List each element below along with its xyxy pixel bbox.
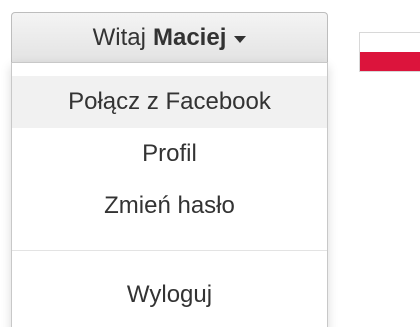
menu-item-change-password[interactable]: Zmień hasło (12, 180, 327, 232)
menu-item-logout[interactable]: Wyloguj (12, 269, 327, 321)
greeting-text: Witaj (92, 23, 146, 51)
username-text: Maciej (152, 23, 227, 51)
page: Witaj Maciej Połącz z Facebook Profil Zm… (0, 0, 420, 327)
caret-down-icon (234, 35, 247, 43)
flag-white-stripe (360, 33, 420, 52)
flag-red-stripe (360, 52, 420, 71)
user-menu-toggle-button[interactable]: Witaj Maciej (11, 12, 328, 62)
menu-item-connect-facebook[interactable]: Połącz z Facebook (12, 76, 327, 128)
menu-divider (12, 250, 327, 251)
poland-flag-icon[interactable] (359, 32, 420, 72)
menu-item-profile[interactable]: Profil (12, 128, 327, 180)
user-dropdown-menu: Połącz z Facebook Profil Zmień hasło Wyl… (11, 62, 328, 327)
